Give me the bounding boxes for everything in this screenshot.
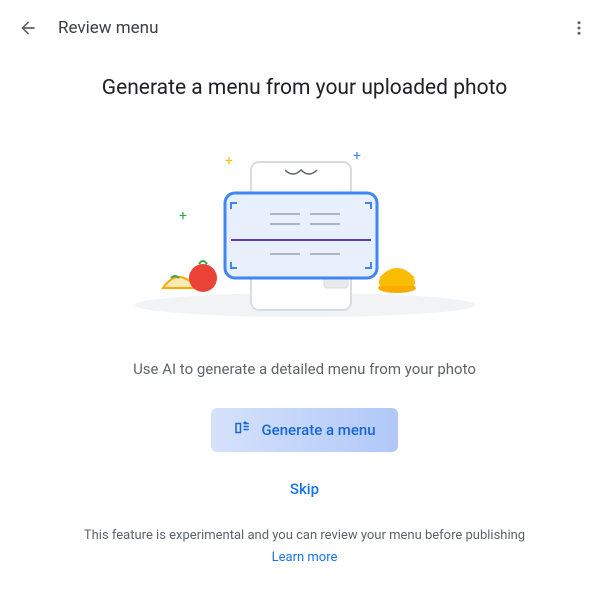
back-arrow-icon[interactable] [18,18,38,38]
svg-text:+: + [353,148,361,164]
subtext: Use AI to generate a detailed menu from … [30,360,579,378]
learn-more-link[interactable]: Learn more [272,550,338,565]
generate-button-label: Generate a menu [261,421,375,439]
svg-text:+: + [225,153,233,169]
overflow-menu-icon[interactable] [567,16,591,40]
svg-text:+: + [179,208,187,224]
generate-menu-button[interactable]: Generate a menu [211,408,397,452]
page-title: Review menu [58,18,158,38]
header: Review menu [0,0,609,56]
menu-scan-illustration: + + + [125,140,485,320]
sparkle-book-icon [233,419,251,441]
header-left: Review menu [18,18,158,38]
main-heading: Generate a menu from your uploaded photo [30,76,579,100]
disclaimer-text: This feature is experimental and you can… [30,526,579,546]
content: Generate a menu from your uploaded photo… [0,56,609,565]
skip-button[interactable]: Skip [290,480,319,498]
